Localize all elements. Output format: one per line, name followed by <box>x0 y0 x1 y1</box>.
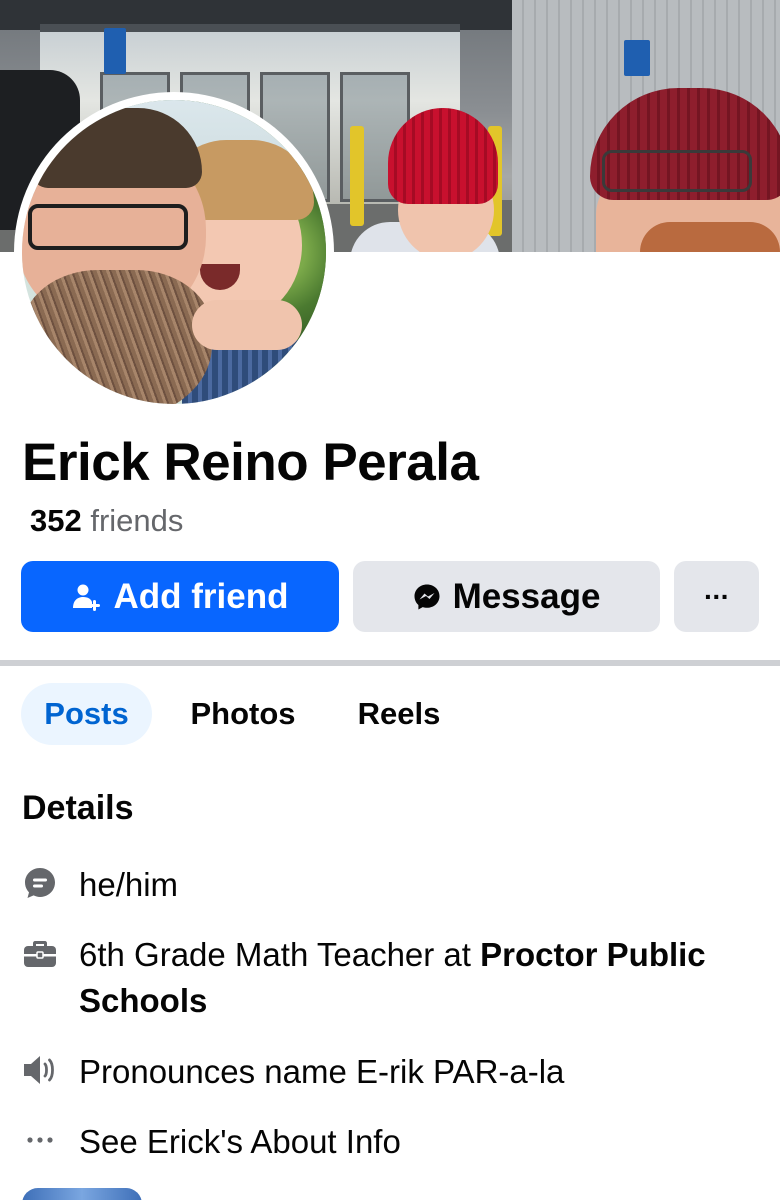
cover-man-beard <box>640 222 780 252</box>
more-dots-icon <box>22 1122 58 1158</box>
detail-pronunciation-text: Pronounces name E-rik PAR-a-la <box>79 1053 565 1090</box>
speech-bubble-icon <box>22 865 58 901</box>
friends-count-number: 352 <box>30 503 82 538</box>
next-section-thumbnail[interactable] <box>22 1188 142 1200</box>
message-button[interactable]: Message <box>353 561 660 632</box>
detail-pronouns-text: he/him <box>79 866 179 903</box>
details-heading: Details <box>22 789 134 827</box>
message-label: Message <box>452 576 601 616</box>
section-divider <box>0 660 780 666</box>
detail-work-text: 6th Grade Math Teacher at Proctor Public… <box>79 932 759 1024</box>
more-dots-icon: ··· <box>704 580 730 612</box>
friends-count-label: friends <box>90 503 184 538</box>
add-person-icon <box>72 582 102 612</box>
add-friend-label: Add friend <box>113 576 289 616</box>
messenger-icon <box>413 583 441 611</box>
profile-picture[interactable] <box>22 100 326 404</box>
tab-photos[interactable]: Photos <box>168 683 318 745</box>
accessibility-sign-icon <box>624 40 650 76</box>
profile-picture-frame[interactable] <box>14 92 334 412</box>
see-about-info-link[interactable]: See Erick's About Info <box>79 1119 759 1165</box>
cover-yellow-post <box>350 126 364 226</box>
avatar-man-beard <box>22 270 212 404</box>
add-friend-button[interactable]: Add friend <box>21 561 339 632</box>
cover-child-red-hat <box>388 108 498 204</box>
tab-reels[interactable]: Reels <box>336 683 462 745</box>
avatar-man-hair <box>32 108 202 188</box>
avatar-boy-arm <box>192 300 302 350</box>
briefcase-icon <box>22 935 58 971</box>
more-options-button[interactable]: ··· <box>674 561 759 632</box>
speaker-icon[interactable] <box>22 1052 58 1088</box>
avatar-man-glasses <box>28 204 188 250</box>
detail-work-title: 6th Grade Math Teacher at <box>79 936 481 973</box>
accessibility-sign-icon <box>104 28 126 74</box>
friends-count[interactable]: 352 friends <box>30 503 183 539</box>
profile-name: Erick Reino Perala <box>22 433 479 492</box>
cover-man-glasses <box>602 150 752 192</box>
tab-posts[interactable]: Posts <box>21 683 152 745</box>
